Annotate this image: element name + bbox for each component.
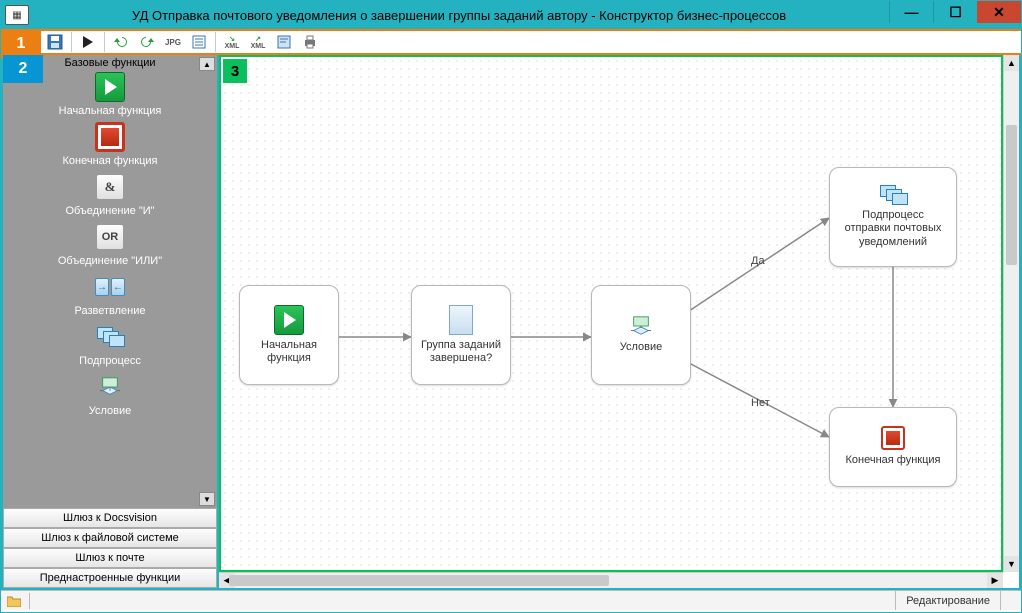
- palette-item-label: Условие: [3, 405, 217, 417]
- palette: ▲ Базовые функции Начальная функция Коне…: [3, 55, 217, 508]
- palette-item-label: Разветвление: [3, 305, 217, 317]
- annotation-tag-3: 3: [223, 59, 247, 83]
- close-button[interactable]: ✕: [977, 1, 1021, 23]
- edge-label-no: Нет: [751, 397, 770, 409]
- status-mode: Редактирование: [895, 591, 1000, 610]
- palette-item-label: Начальная функция: [3, 105, 217, 117]
- accordion-docsvision[interactable]: Шлюз к Docsvision: [3, 508, 217, 528]
- palette-accordion: Шлюз к Docsvision Шлюз к файловой систем…: [3, 508, 217, 588]
- edge-label-yes: Да: [751, 255, 765, 267]
- export-jpg-button[interactable]: JPG: [161, 31, 185, 53]
- annotation-tag-2: 2: [3, 55, 43, 83]
- palette-item-and[interactable]: & Объединение "И": [3, 171, 217, 217]
- palette-scroll-up[interactable]: ▲: [199, 57, 215, 71]
- node-label: Начальная функция: [248, 339, 330, 365]
- report-button[interactable]: [187, 31, 211, 53]
- node-label: Подпроцесс отправки почтовых уведомлений: [838, 209, 948, 249]
- end-icon: [881, 426, 905, 450]
- node-subprocess[interactable]: Подпроцесс отправки почтовых уведомлений: [829, 167, 957, 267]
- node-start[interactable]: Начальная функция: [239, 285, 339, 385]
- condition-icon: [99, 376, 121, 398]
- folder-icon[interactable]: [5, 593, 23, 609]
- palette-item-branch[interactable]: →← Разветвление: [3, 271, 217, 317]
- palette-item-label: Объединение "И": [3, 205, 217, 217]
- statusbar: Редактирование: [1, 590, 1021, 610]
- status-empty: [1000, 591, 1021, 610]
- undo-button[interactable]: [109, 31, 133, 53]
- minimize-button[interactable]: —: [889, 1, 933, 23]
- toolbar-region: 1 JPG ↘XML ↗XML: [1, 29, 1021, 55]
- palette-item-end[interactable]: Конечная функция: [3, 121, 217, 167]
- main: 2 ▲ Базовые функции Начальная функция Ко…: [1, 55, 1021, 590]
- scroll-right-button[interactable]: ▶: [987, 573, 1003, 588]
- branch-icon: →←: [95, 278, 125, 296]
- scroll-up-button[interactable]: ▲: [1004, 55, 1019, 71]
- maximize-button[interactable]: ☐: [933, 1, 977, 23]
- palette-item-subprocess[interactable]: Подпроцесс: [3, 321, 217, 367]
- save-button[interactable]: [43, 31, 67, 53]
- run-button[interactable]: [76, 31, 100, 53]
- accordion-filesystem[interactable]: Шлюз к файловой системе: [3, 528, 217, 548]
- palette-item-or[interactable]: OR Объединение "ИЛИ": [3, 221, 217, 267]
- toolbar: JPG ↘XML ↗XML: [43, 31, 322, 53]
- canvas-region: 3 Да Нет Начальная функция: [219, 55, 1019, 588]
- print-button[interactable]: [298, 31, 322, 53]
- log-button[interactable]: [272, 31, 296, 53]
- palette-scroll-down[interactable]: ▼: [199, 492, 215, 506]
- accordion-preset[interactable]: Преднастроенные функции: [3, 568, 217, 588]
- import-xml-button[interactable]: ↘XML: [220, 31, 244, 53]
- start-icon: [274, 305, 304, 335]
- start-icon: [95, 72, 125, 102]
- scroll-thumb[interactable]: [229, 575, 609, 586]
- scroll-thumb[interactable]: [1006, 125, 1017, 265]
- app-icon: ▦: [5, 5, 29, 25]
- scroll-down-button[interactable]: ▼: [1004, 556, 1019, 572]
- condition-icon: [630, 315, 652, 337]
- node-condition[interactable]: Условие: [591, 285, 691, 385]
- node-label: Конечная функция: [845, 454, 940, 467]
- node-group[interactable]: Группа заданий завершена?: [411, 285, 511, 385]
- accordion-mail[interactable]: Шлюз к почте: [3, 548, 217, 568]
- palette-item-label: Объединение "ИЛИ": [3, 255, 217, 267]
- end-icon: [95, 122, 125, 152]
- diagram-canvas[interactable]: 3 Да Нет Начальная функция: [219, 55, 1003, 572]
- titlebar: ▦ УД Отправка почтового уведомления о за…: [1, 1, 1021, 29]
- window-buttons: — ☐ ✕: [889, 1, 1021, 29]
- or-icon: OR: [96, 224, 124, 250]
- subprocess-icon: [880, 185, 906, 205]
- horizontal-scrollbar[interactable]: ◀ ▶: [219, 572, 1003, 588]
- and-icon: &: [96, 174, 124, 200]
- node-label: Условие: [620, 341, 663, 354]
- palette-item-label: Подпроцесс: [3, 355, 217, 367]
- window-title: УД Отправка почтового уведомления о заве…: [29, 8, 889, 23]
- palette-item-label: Конечная функция: [3, 155, 217, 167]
- vertical-scrollbar[interactable]: ▲ ▼: [1003, 55, 1019, 572]
- node-label: Группа заданий завершена?: [420, 339, 502, 365]
- sidebar: 2 ▲ Базовые функции Начальная функция Ко…: [3, 55, 219, 588]
- subprocess-icon: [97, 327, 123, 347]
- document-icon: [449, 305, 473, 335]
- export-xml-button[interactable]: ↗XML: [246, 31, 270, 53]
- redo-button[interactable]: [135, 31, 159, 53]
- palette-item-condition[interactable]: Условие: [3, 371, 217, 417]
- node-end[interactable]: Конечная функция: [829, 407, 957, 487]
